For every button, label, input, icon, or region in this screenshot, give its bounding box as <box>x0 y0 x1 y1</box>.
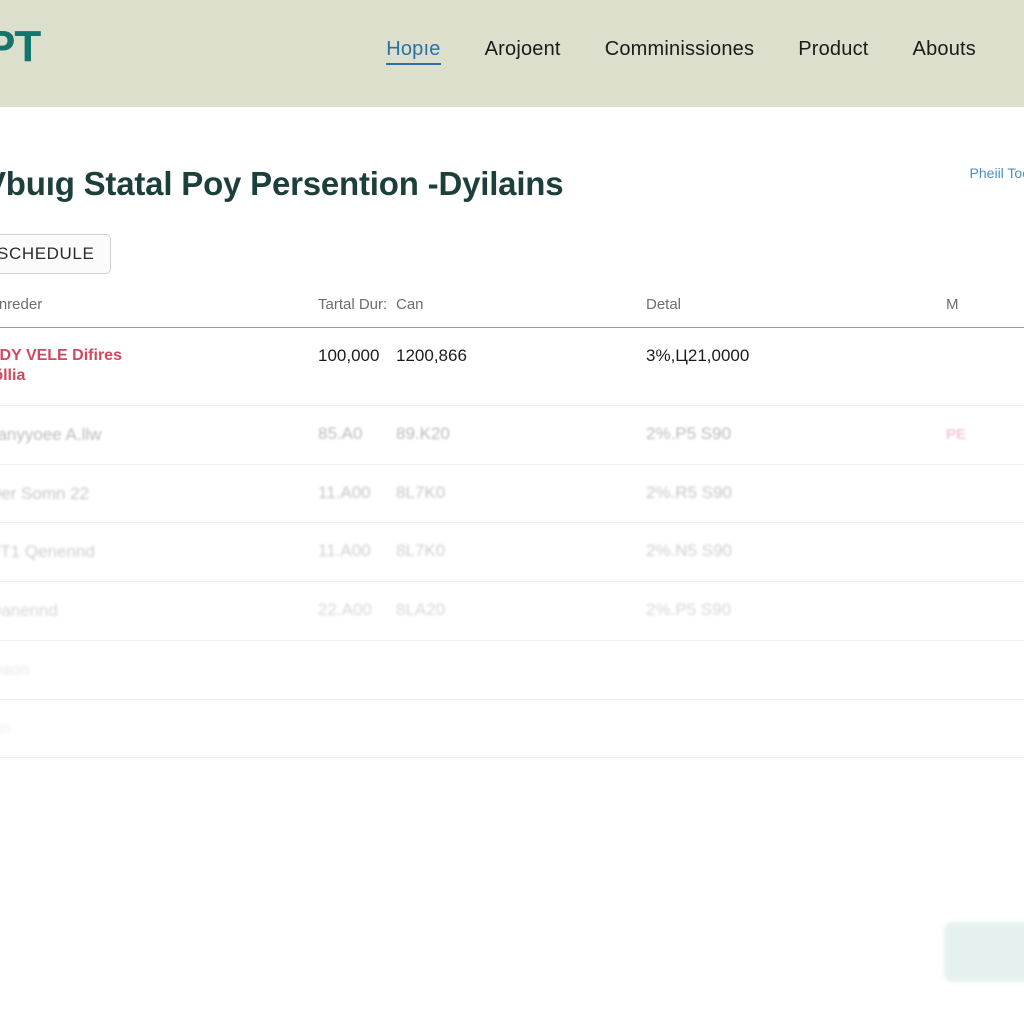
nav-link-home[interactable]: Hopıe <box>386 38 441 65</box>
cell-m <box>946 523 1024 582</box>
column-header-detal[interactable]: Detal <box>646 292 946 328</box>
table-container: Dnreder Tartal Dur: Can Detal M CDY VELE… <box>0 292 1024 758</box>
cell-can: 8LA20 <box>396 600 446 620</box>
nav-link-commissions[interactable]: Comminissiones <box>605 38 755 61</box>
cell-dnreder: Qanennd <box>0 582 318 641</box>
cell-name-primary: Lanyyoee A.llw <box>0 424 102 444</box>
cell-detal: 3%,Ц21,0000 <box>646 346 750 365</box>
cell-dnreder: CDY VELE Difires tõllia <box>0 328 318 406</box>
data-table: Dnreder Tartal Dur: Can Detal M CDY VELE… <box>0 292 1024 758</box>
cell-can: 89.K20 <box>396 423 450 443</box>
nav-link-project[interactable]: Arojoent <box>485 38 561 61</box>
cell-tartal-dur: 85.A0 <box>318 423 363 443</box>
table-header-row: Dnreder Tartal Dur: Can Detal M <box>0 292 1024 328</box>
cell-name-primary: Qanennd <box>0 601 58 621</box>
cell-can: 8L7K0 <box>396 541 446 561</box>
cell-detal: 2%.P5 S90 <box>646 600 732 620</box>
table-row[interactable]: Qer Somn 22 11.A00 8L7K0 2%.R5 S90 <box>0 464 1024 523</box>
cell-dnreder: Qer Somn 22 <box>0 464 318 523</box>
nav-link-about[interactable]: Abouts <box>913 38 976 61</box>
cell-detal: 2%.N5 S90 <box>646 541 732 561</box>
table-head: Dnreder Tartal Dur: Can Detal M <box>0 292 1024 328</box>
app-root: PT Hopıe Arojoent Comminissiones Product… <box>0 0 1024 1024</box>
cell-name-primary: NT1 Qenennd <box>0 542 95 562</box>
cell-tartal-dur: 11.A00 <box>318 541 371 561</box>
cell-dnreder: Tin <box>0 699 318 758</box>
cell-m: PE <box>946 405 1024 464</box>
table-body: CDY VELE Difires tõllia 100,000 1200,866 3%,… <box>0 328 1024 758</box>
cell-can: 8L7K0 <box>396 482 446 502</box>
table-row[interactable]: Lanyyoee A.llw 85.A0 89.K20 2%.P5 S90 PE <box>0 405 1024 465</box>
cell-m <box>946 699 1024 758</box>
table-row[interactable]: Tin <box>0 699 1024 758</box>
cell-detal <box>646 699 946 758</box>
cell-m <box>946 328 1024 406</box>
cell-can <box>396 699 646 758</box>
cell-name-primary: Tin <box>0 718 11 738</box>
cell-dnreder: Lanyyoee A.llw <box>0 405 318 464</box>
header-secondary-link[interactable]: Pheiil Toe <box>970 165 1024 181</box>
cell-dnreder: NT1 Qenennd <box>0 523 318 582</box>
floating-action-button[interactable] <box>944 922 1024 982</box>
cell-can <box>396 640 646 699</box>
page-header: Vbuıg Statal Poy Persention -Dyilains Ph… <box>0 107 1024 219</box>
cell-detal: 2%.P5 S90 <box>646 423 732 443</box>
column-header-m[interactable]: M <box>946 292 1024 328</box>
cell-m <box>946 640 1024 699</box>
top-navbar: PT Hopıe Arojoent Comminissiones Product… <box>0 0 1024 107</box>
column-header-can[interactable]: Can <box>396 292 646 328</box>
cell-name-primary: Qaon <box>0 659 30 679</box>
brand-logo[interactable]: PT <box>0 25 41 69</box>
cell-m <box>946 582 1024 641</box>
cell-m <box>946 464 1024 523</box>
cell-name-primary: CDY VELE Difires <box>0 347 122 364</box>
cell-name-secondary: tõllia <box>0 367 26 385</box>
cell-dnreder: Qaon <box>0 640 318 699</box>
cell-detal <box>646 640 946 699</box>
cell-tartal-dur: 11.A00 <box>318 482 371 502</box>
table-row[interactable]: Qanennd 22.A00 8LA20 2%.P5 S90 <box>0 582 1024 641</box>
page-title: Vbuıg Statal Poy Persention -Dyilains <box>0 165 564 203</box>
table-row[interactable]: NT1 Qenennd 11.A00 8L7K0 2%.N5 S90 <box>0 523 1024 582</box>
cell-tartal-dur: 22.A00 <box>318 600 372 620</box>
schedule-button[interactable]: SCHEDULE <box>0 234 112 274</box>
cell-tartal-dur <box>318 699 396 758</box>
cell-tartal-dur: 100,000 <box>318 346 380 365</box>
cell-can: 1200,866 <box>396 346 467 365</box>
cell-name-primary: Qer Somn 22 <box>0 483 90 503</box>
nav-link-product[interactable]: Product <box>798 38 868 61</box>
navbar-inner: PT Hopıe Arojoent Comminissiones Product… <box>0 0 1024 107</box>
column-header-dnreder[interactable]: Dnreder <box>0 292 318 328</box>
column-header-tartal-dur[interactable]: Tartal Dur: <box>318 292 396 328</box>
table-row[interactable]: Qaon <box>0 640 1024 700</box>
cell-detal: 2%.R5 S90 <box>646 482 732 502</box>
status-badge: PE <box>946 425 967 443</box>
cell-tartal-dur <box>318 640 396 699</box>
nav-links: Hopıe Arojoent Comminissiones Product Ab… <box>386 38 976 65</box>
table-row[interactable]: CDY VELE Difires tõllia 100,000 1200,866 3%,… <box>0 328 1024 406</box>
